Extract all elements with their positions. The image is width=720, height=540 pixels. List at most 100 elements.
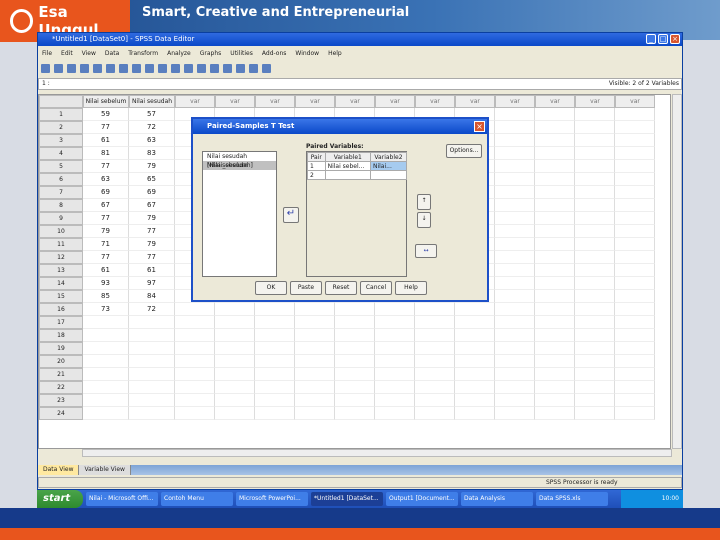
tab-variable-view[interactable]: Variable View bbox=[79, 465, 131, 475]
toolbar-icon[interactable] bbox=[145, 63, 154, 73]
data-cell[interactable]: 72 bbox=[129, 303, 175, 316]
data-cell[interactable] bbox=[535, 199, 575, 212]
data-cell[interactable] bbox=[535, 225, 575, 238]
data-cell[interactable] bbox=[495, 199, 535, 212]
data-cell[interactable] bbox=[175, 342, 215, 355]
data-cell[interactable] bbox=[575, 277, 615, 290]
data-cell[interactable] bbox=[415, 368, 455, 381]
data-cell[interactable] bbox=[175, 407, 215, 420]
data-cell[interactable] bbox=[615, 394, 655, 407]
toolbar-icon[interactable] bbox=[171, 63, 180, 73]
menu-utilities[interactable]: Utilities bbox=[230, 50, 253, 57]
data-cell[interactable] bbox=[575, 238, 615, 251]
data-cell[interactable] bbox=[575, 355, 615, 368]
data-cell[interactable] bbox=[129, 329, 175, 342]
menu-view[interactable]: View bbox=[82, 50, 96, 57]
data-cell[interactable] bbox=[535, 147, 575, 160]
row-number[interactable]: 4 bbox=[39, 147, 83, 160]
data-cell[interactable]: 57 bbox=[129, 108, 175, 121]
toolbar-icon[interactable] bbox=[80, 63, 89, 73]
row-number[interactable]: 2 bbox=[39, 121, 83, 134]
data-cell[interactable] bbox=[495, 212, 535, 225]
data-cell[interactable] bbox=[129, 407, 175, 420]
row-number[interactable]: 1 bbox=[39, 108, 83, 121]
data-cell[interactable] bbox=[255, 407, 295, 420]
menu-addons[interactable]: Add-ons bbox=[262, 50, 287, 57]
data-cell[interactable]: 61 bbox=[83, 264, 129, 277]
menu-help[interactable]: Help bbox=[328, 50, 342, 57]
column-header[interactable]: var bbox=[575, 95, 615, 108]
menu-edit[interactable]: Edit bbox=[61, 50, 73, 57]
data-cell[interactable]: 84 bbox=[129, 290, 175, 303]
paired-variables-table[interactable]: Pair Variable1 Variable2 1 Nilai sebel... Ni… bbox=[306, 151, 408, 277]
paste-button[interactable]: Paste bbox=[290, 281, 322, 295]
column-header[interactable]: var bbox=[455, 95, 495, 108]
data-cell[interactable] bbox=[83, 368, 129, 381]
data-cell[interactable]: 77 bbox=[129, 225, 175, 238]
row-number[interactable]: 22 bbox=[39, 381, 83, 394]
row-number[interactable]: 17 bbox=[39, 316, 83, 329]
data-cell[interactable] bbox=[375, 329, 415, 342]
data-cell[interactable]: 77 bbox=[83, 251, 129, 264]
toolbar-icon[interactable] bbox=[249, 63, 258, 73]
data-cell[interactable] bbox=[295, 381, 335, 394]
data-cell[interactable] bbox=[455, 329, 495, 342]
data-cell[interactable] bbox=[129, 394, 175, 407]
data-cell[interactable] bbox=[335, 303, 375, 316]
data-cell[interactable] bbox=[575, 121, 615, 134]
data-cell[interactable] bbox=[495, 121, 535, 134]
data-cell[interactable] bbox=[495, 368, 535, 381]
data-cell[interactable] bbox=[375, 368, 415, 381]
data-cell[interactable] bbox=[575, 225, 615, 238]
data-cell[interactable] bbox=[535, 407, 575, 420]
data-cell[interactable] bbox=[495, 303, 535, 316]
data-cell[interactable] bbox=[615, 199, 655, 212]
data-cell[interactable] bbox=[215, 316, 255, 329]
minimize-button[interactable]: _ bbox=[646, 34, 656, 44]
data-cell[interactable] bbox=[535, 381, 575, 394]
list-item[interactable]: Nilai sesudah [Nilai_sesudah] bbox=[203, 152, 276, 169]
data-cell[interactable] bbox=[455, 407, 495, 420]
data-cell[interactable]: 59 bbox=[83, 108, 129, 121]
data-cell[interactable] bbox=[615, 134, 655, 147]
data-cell[interactable]: 83 bbox=[129, 147, 175, 160]
data-cell[interactable] bbox=[175, 303, 215, 316]
data-cell[interactable]: 73 bbox=[83, 303, 129, 316]
data-cell[interactable] bbox=[535, 108, 575, 121]
data-cell[interactable] bbox=[535, 394, 575, 407]
data-cell[interactable] bbox=[295, 316, 335, 329]
data-cell[interactable] bbox=[335, 329, 375, 342]
data-cell[interactable] bbox=[129, 381, 175, 394]
data-cell[interactable] bbox=[415, 355, 455, 368]
taskbar-item[interactable]: Contoh Menu bbox=[161, 492, 233, 506]
data-cell[interactable] bbox=[83, 407, 129, 420]
variable2-cell[interactable] bbox=[369, 170, 408, 180]
data-cell[interactable] bbox=[335, 355, 375, 368]
data-cell[interactable]: 79 bbox=[129, 238, 175, 251]
data-cell[interactable] bbox=[575, 264, 615, 277]
data-cell[interactable] bbox=[615, 108, 655, 121]
data-cell[interactable] bbox=[129, 316, 175, 329]
data-cell[interactable]: 63 bbox=[83, 173, 129, 186]
data-cell[interactable]: 77 bbox=[83, 121, 129, 134]
data-cell[interactable] bbox=[375, 303, 415, 316]
data-cell[interactable]: 65 bbox=[129, 173, 175, 186]
data-cell[interactable] bbox=[535, 290, 575, 303]
data-cell[interactable] bbox=[295, 355, 335, 368]
column-header[interactable]: var bbox=[375, 95, 415, 108]
data-cell[interactable] bbox=[535, 160, 575, 173]
row-number[interactable]: 10 bbox=[39, 225, 83, 238]
data-cell[interactable] bbox=[215, 407, 255, 420]
data-cell[interactable] bbox=[615, 225, 655, 238]
data-cell[interactable] bbox=[615, 147, 655, 160]
data-cell[interactable] bbox=[215, 394, 255, 407]
data-cell[interactable] bbox=[455, 303, 495, 316]
move-up-button[interactable]: ↑ bbox=[417, 194, 431, 210]
toolbar-icon[interactable] bbox=[223, 63, 232, 73]
row-number[interactable]: 5 bbox=[39, 160, 83, 173]
data-cell[interactable]: 71 bbox=[83, 238, 129, 251]
data-cell[interactable] bbox=[175, 329, 215, 342]
toolbar-icon[interactable] bbox=[132, 63, 141, 73]
data-cell[interactable]: 79 bbox=[129, 212, 175, 225]
data-cell[interactable] bbox=[83, 381, 129, 394]
